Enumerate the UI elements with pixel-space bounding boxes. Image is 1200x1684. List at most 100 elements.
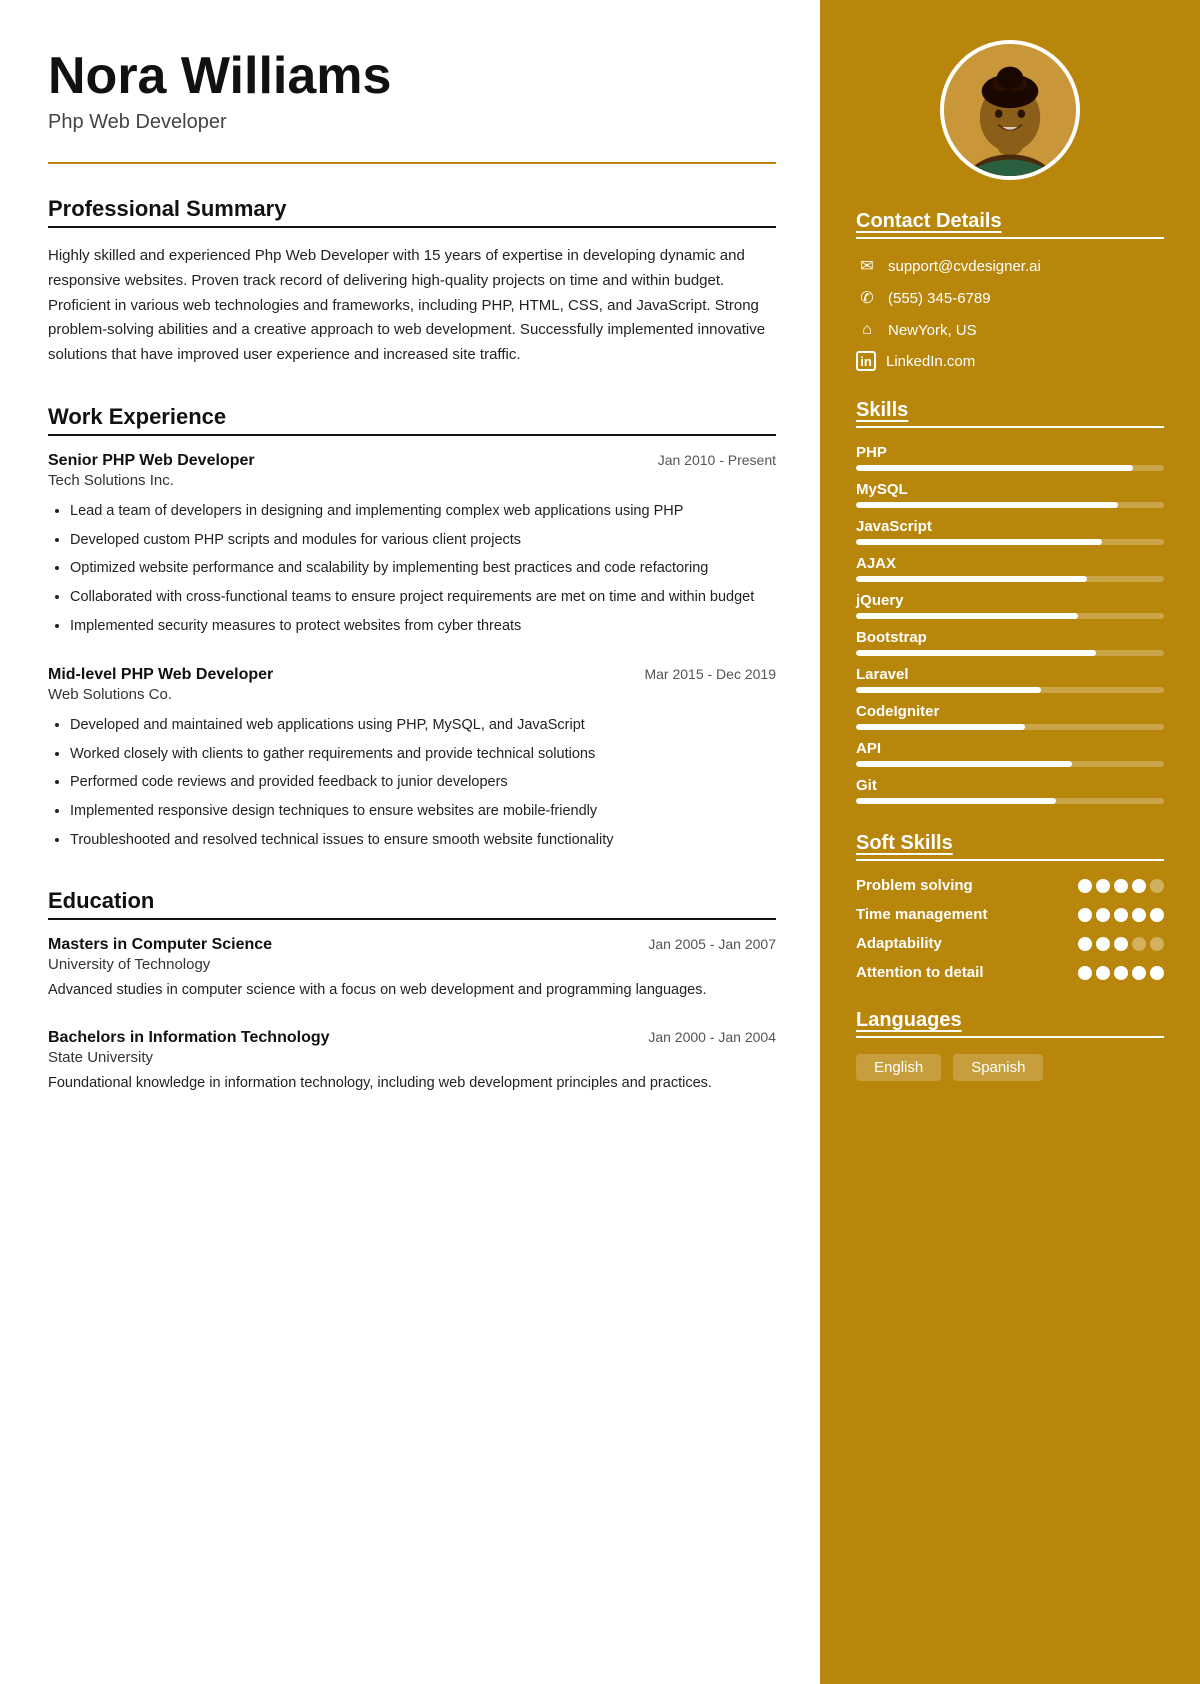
job-title-1: Senior PHP Web Developer: [48, 452, 255, 470]
dot: [1096, 966, 1110, 980]
work-experience-section: Work Experience Senior PHP Web Developer…: [48, 404, 776, 852]
dot: [1114, 908, 1128, 922]
education-section: Education Masters in Computer Science Ja…: [48, 888, 776, 1096]
summary-title: Professional Summary: [48, 196, 776, 228]
soft-skill-name: Problem solving: [856, 877, 1078, 894]
skill-bar-fill: [856, 502, 1118, 508]
job-header-2: Mid-level PHP Web Developer Mar 2015 - D…: [48, 666, 776, 684]
skill-bar-fill: [856, 613, 1078, 619]
dot: [1096, 937, 1110, 951]
bullet-1-1: Lead a team of developers in designing a…: [70, 499, 776, 524]
skill-name: MySQL: [856, 481, 1164, 498]
dots: [1078, 879, 1164, 893]
skill-bar-fill: [856, 687, 1041, 693]
skill-row: jQuery: [856, 592, 1164, 619]
skill-row: PHP: [856, 444, 1164, 471]
dots: [1078, 966, 1164, 980]
bullet-1-3: Optimized website performance and scalab…: [70, 556, 776, 581]
edu-desc-2: Foundational knowledge in information te…: [48, 1072, 776, 1096]
dot: [1150, 879, 1164, 893]
skill-bar-bg: [856, 613, 1164, 619]
skill-bar-bg: [856, 798, 1164, 804]
skill-bar-fill: [856, 576, 1087, 582]
edu-header-1: Masters in Computer Science Jan 2005 - J…: [48, 936, 776, 954]
skill-bar-bg: [856, 576, 1164, 582]
dot: [1132, 908, 1146, 922]
skill-row: JavaScript: [856, 518, 1164, 545]
skill-bar-fill: [856, 761, 1072, 767]
soft-skill-name: Time management: [856, 906, 1078, 923]
language-chip: English: [856, 1054, 941, 1081]
languages-section: Languages EnglishSpanish: [856, 1009, 1164, 1081]
email-icon: ✉: [856, 255, 878, 277]
summary-section: Professional Summary Highly skilled and …: [48, 196, 776, 368]
skills-title: Skills: [856, 399, 1164, 428]
left-panel: Nora Williams Php Web Developer Professi…: [0, 0, 820, 1684]
soft-skill-name: Attention to detail: [856, 964, 1078, 981]
skill-row: AJAX: [856, 555, 1164, 582]
skill-name: API: [856, 740, 1164, 757]
edu-header-2: Bachelors in Information Technology Jan …: [48, 1029, 776, 1047]
dot: [1096, 879, 1110, 893]
skill-name: JavaScript: [856, 518, 1164, 535]
skill-bar-bg: [856, 724, 1164, 730]
dot: [1150, 966, 1164, 980]
skill-bar-bg: [856, 650, 1164, 656]
skill-name: jQuery: [856, 592, 1164, 609]
bullet-2-4: Implemented responsive design techniques…: [70, 799, 776, 824]
job-entry-1: Senior PHP Web Developer Jan 2010 - Pres…: [48, 452, 776, 638]
edu-entry-1: Masters in Computer Science Jan 2005 - J…: [48, 936, 776, 1003]
dot: [1096, 908, 1110, 922]
skill-name: Git: [856, 777, 1164, 794]
contact-linkedin-row: in LinkedIn.com: [856, 351, 1164, 371]
skill-row: Bootstrap: [856, 629, 1164, 656]
contact-linkedin: LinkedIn.com: [886, 353, 975, 370]
contact-email-row: ✉ support@cvdesigner.ai: [856, 255, 1164, 277]
summary-text: Highly skilled and experienced Php Web D…: [48, 244, 776, 368]
dot: [1132, 879, 1146, 893]
soft-skills-container: Problem solving Time management Adaptabi…: [856, 877, 1164, 981]
dot: [1132, 937, 1146, 951]
contact-phone: (555) 345-6789: [888, 290, 991, 307]
contact-email: support@cvdesigner.ai: [888, 258, 1041, 275]
bullet-2-1: Developed and maintained web application…: [70, 713, 776, 738]
dots: [1078, 908, 1164, 922]
skill-name: PHP: [856, 444, 1164, 461]
skill-name: Laravel: [856, 666, 1164, 683]
bullet-2-3: Performed code reviews and provided feed…: [70, 770, 776, 795]
phone-icon: ✆: [856, 287, 878, 309]
header-divider: [48, 162, 776, 164]
bullet-2-2: Worked closely with clients to gather re…: [70, 742, 776, 767]
soft-skill-name: Adaptability: [856, 935, 1078, 952]
language-chips: EnglishSpanish: [856, 1054, 1164, 1081]
skill-row: CodeIgniter: [856, 703, 1164, 730]
skill-bar-fill: [856, 465, 1133, 471]
edu-degree-1: Masters in Computer Science: [48, 936, 272, 954]
edu-school-1: University of Technology: [48, 956, 776, 973]
skill-bar-bg: [856, 539, 1164, 545]
job-company-1: Tech Solutions Inc.: [48, 472, 776, 489]
education-title: Education: [48, 888, 776, 920]
skill-bar-bg: [856, 502, 1164, 508]
dot: [1114, 937, 1128, 951]
contact-title: Contact Details: [856, 210, 1164, 239]
skill-row: API: [856, 740, 1164, 767]
dot: [1078, 879, 1092, 893]
dot: [1114, 966, 1128, 980]
soft-skill-row: Attention to detail: [856, 964, 1164, 981]
avatar-wrap: [856, 40, 1164, 180]
languages-title: Languages: [856, 1009, 1164, 1038]
skill-bar-fill: [856, 650, 1096, 656]
job-date-1: Jan 2010 - Present: [658, 452, 776, 468]
job-bullets-1: Lead a team of developers in designing a…: [48, 499, 776, 638]
edu-date-1: Jan 2005 - Jan 2007: [648, 936, 776, 952]
dot: [1150, 937, 1164, 951]
bullet-1-2: Developed custom PHP scripts and modules…: [70, 528, 776, 553]
skill-bar-bg: [856, 465, 1164, 471]
skill-bar-fill: [856, 798, 1056, 804]
skill-bar-fill: [856, 539, 1102, 545]
skill-name: CodeIgniter: [856, 703, 1164, 720]
job-entry-2: Mid-level PHP Web Developer Mar 2015 - D…: [48, 666, 776, 852]
work-experience-title: Work Experience: [48, 404, 776, 436]
contact-location: NewYork, US: [888, 322, 977, 339]
